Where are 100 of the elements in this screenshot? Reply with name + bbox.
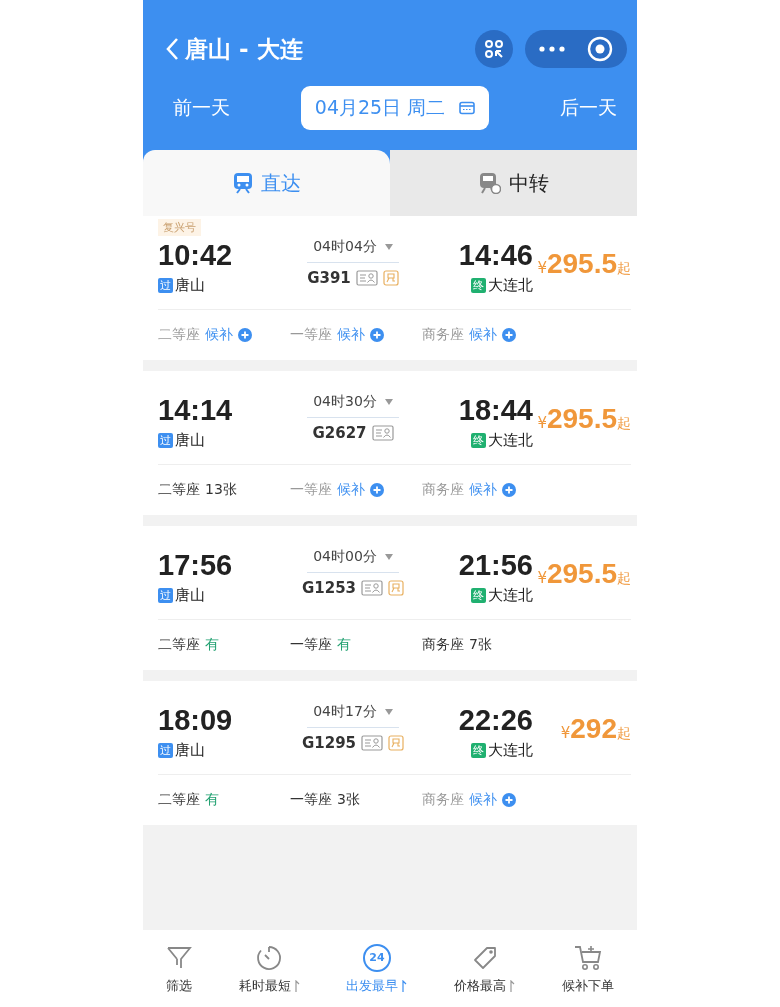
seat-class: 二等座: [158, 326, 200, 344]
departure-time: 17:56: [158, 548, 234, 582]
id-card-icon: [371, 425, 394, 441]
pass-station-tag: 过: [158, 433, 173, 448]
arrival-time: 14:46: [458, 238, 533, 272]
add-icon[interactable]: [370, 328, 384, 342]
seat-count: 13张: [205, 481, 237, 499]
waitlist-link[interactable]: 候补: [469, 326, 497, 344]
toolbar-button[interactable]: 24 出发最早: [346, 942, 408, 995]
toolbar-button[interactable]: 候补下单: [561, 942, 614, 995]
dropdown-icon[interactable]: [384, 244, 393, 250]
add-icon[interactable]: [502, 328, 516, 342]
clock-icon: 24: [363, 943, 391, 972]
add-icon[interactable]: [238, 328, 252, 342]
seat-class: 一等座: [290, 791, 332, 809]
ticket-price: 295.5: [546, 403, 617, 435]
id-card-icon: [361, 580, 384, 596]
cart-icon: [572, 943, 603, 972]
terminal-station-tag: 终: [471, 278, 486, 293]
ticket-tag-icon: [382, 270, 399, 286]
waitlist-link[interactable]: 候补: [205, 326, 233, 344]
back-button[interactable]: [165, 37, 179, 61]
train-card[interactable]: 14:14 过 唐山 04时30分 G2627 18:44 终 大连北 ¥295.5起 二等座 13张 一等座 候补 商务座 候补: [143, 371, 637, 515]
seat-class: 二等座: [158, 791, 200, 809]
arrival-time: 22:26: [458, 703, 533, 737]
terminal-station-tag: 终: [471, 433, 486, 448]
departure-station: 唐山: [175, 741, 205, 760]
toolbar-button[interactable]: 耗时最短: [238, 942, 300, 995]
pass-station-tag: 过: [158, 743, 173, 758]
date-picker[interactable]: 04月25日 周二: [300, 86, 490, 130]
route-title: 唐山 - 大连: [185, 34, 303, 64]
duration-text: 04时17分: [313, 703, 377, 721]
add-icon[interactable]: [502, 793, 516, 807]
arrival-station: 大连北: [488, 431, 533, 450]
seat-class: 二等座: [158, 481, 200, 499]
dropdown-icon[interactable]: [384, 709, 393, 715]
departure-station: 唐山: [175, 276, 205, 295]
train-number: G2627: [312, 424, 367, 442]
route-tab[interactable]: 中转: [390, 150, 637, 216]
duration-text: 04时00分: [313, 548, 377, 566]
seat-class: 一等座: [290, 636, 332, 654]
ticket-price: 292: [570, 713, 617, 745]
train-icon: [478, 172, 501, 194]
ticket-tag-icon: [388, 735, 405, 751]
ticket-price: 295.5: [546, 558, 617, 590]
price-suffix: 起: [617, 570, 631, 588]
arrival-time: 18:44: [458, 393, 533, 427]
duration-text: 04时30分: [313, 393, 377, 411]
arrival-station: 大连北: [488, 741, 533, 760]
currency-sign: ¥: [537, 259, 547, 277]
train-number: G1295: [301, 734, 357, 752]
train-card[interactable]: 18:09 过 唐山 04时17分 G1295 22:26 终 大连北 ¥292起 二等座 有 一等座 3张 商务座 候补: [143, 681, 637, 825]
pass-station-tag: 过: [158, 588, 173, 603]
toolbar-button[interactable]: 价格最高: [454, 942, 516, 995]
seat-count: 3张: [337, 791, 360, 809]
seat-availability: 有: [205, 636, 219, 654]
dropdown-icon[interactable]: [384, 399, 393, 405]
waitlist-link[interactable]: 候补: [337, 326, 365, 344]
timer-icon: [255, 943, 284, 972]
seat-class: 商务座: [422, 791, 464, 809]
seat-class: 一等座: [290, 481, 332, 499]
terminal-station-tag: 终: [471, 588, 486, 603]
train-number: G1253: [301, 579, 357, 597]
price-suffix: 起: [617, 260, 631, 278]
waitlist-link[interactable]: 候补: [337, 481, 365, 499]
add-icon[interactable]: [370, 483, 384, 497]
dropdown-icon[interactable]: [384, 554, 393, 560]
previous-day-link[interactable]: 前一天: [173, 95, 230, 121]
scan-icon[interactable]: [475, 30, 513, 68]
filter-icon: [166, 944, 193, 971]
arrival-station: 大连北: [488, 586, 533, 605]
train-number: G391: [307, 269, 351, 287]
waitlist-link[interactable]: 候补: [469, 481, 497, 499]
id-card-icon: [355, 270, 378, 286]
seat-class: 一等座: [290, 326, 332, 344]
ticket-tag-icon: [388, 580, 405, 596]
terminal-station-tag: 终: [471, 743, 486, 758]
departure-time: 18:09: [158, 703, 234, 737]
departure-station: 唐山: [175, 586, 205, 605]
pass-station-tag: 过: [158, 278, 173, 293]
train-card[interactable]: 17:56 过 唐山 04时00分 G1253 21:56 终 大连北 ¥295.5起 二等座 有 一等座 有 商务座 7张: [143, 526, 637, 670]
train-icon: [232, 172, 253, 194]
next-day-link[interactable]: 后一天: [560, 95, 617, 121]
seat-availability: 有: [337, 636, 351, 654]
duration-text: 04时04分: [313, 238, 377, 256]
price-suffix: 起: [617, 725, 631, 743]
train-type-tag: 复兴号: [158, 219, 201, 236]
add-icon[interactable]: [502, 483, 516, 497]
train-card[interactable]: 复兴号 10:42 过 唐山 04时04分 G391 14:46 终 大连北 ¥295.5起 二等座 候补 一等座 候补 商务座 候补: [143, 216, 637, 360]
departure-time: 14:14: [158, 393, 234, 427]
seat-class: 商务座: [422, 326, 464, 344]
calendar-icon: [459, 101, 476, 115]
waitlist-link[interactable]: 候补: [469, 791, 497, 809]
route-tab[interactable]: 直达: [143, 150, 390, 216]
currency-sign: ¥: [560, 724, 571, 742]
seat-class: 商务座: [422, 481, 464, 499]
toolbar-button[interactable]: 筛选: [166, 942, 193, 995]
seat-class: 二等座: [158, 636, 200, 654]
seat-count: 7张: [469, 636, 492, 654]
currency-sign: ¥: [537, 569, 547, 587]
